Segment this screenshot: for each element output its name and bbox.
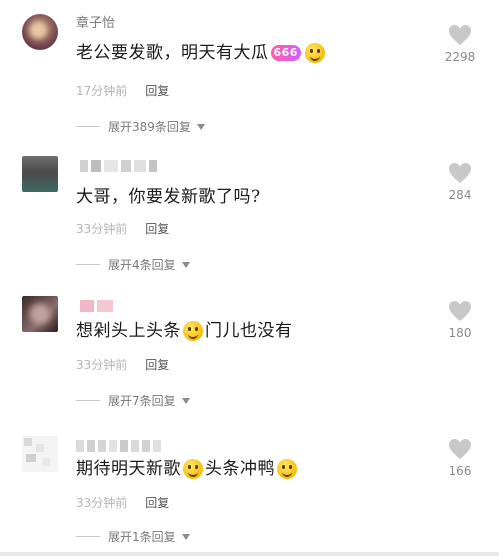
expand-replies-label: 展开389条回复 — [108, 120, 191, 134]
comment-text-part: 门儿也没有 — [205, 321, 293, 341]
avatar[interactable] — [22, 14, 58, 50]
avatar[interactable] — [22, 436, 58, 472]
like-button[interactable]: 2298 — [435, 24, 485, 64]
comment-meta: 33分钟前 回复 — [76, 220, 169, 237]
timestamp: 33分钟前 — [76, 222, 128, 236]
timestamp: 33分钟前 — [76, 358, 128, 372]
like-button[interactable]: 166 — [435, 438, 485, 478]
expand-replies-button[interactable]: 展开1条回复 — [76, 528, 190, 545]
expand-replies-button[interactable]: 展开4条回复 — [76, 256, 190, 273]
divider-dash — [76, 126, 100, 127]
heart-icon — [449, 25, 471, 45]
reply-button[interactable]: 回复 — [145, 494, 169, 511]
comment-text: 想剁头上头条 门儿也没有 — [76, 320, 293, 342]
avatar[interactable] — [22, 156, 58, 192]
divider-dash — [76, 400, 100, 401]
caret-down-icon — [181, 397, 190, 404]
badge-666: 666 — [270, 45, 301, 61]
expand-replies-label: 展开4条回复 — [108, 258, 176, 272]
divider-dash — [76, 264, 100, 265]
comment-text: 老公要发歌，明天有大瓜 666 — [76, 42, 327, 64]
comment-text: 大哥，你要发新歌了吗? — [76, 186, 261, 208]
reply-button[interactable]: 回复 — [145, 220, 169, 237]
like-button[interactable]: 284 — [435, 162, 485, 202]
comment-text-part: 老公要发歌，明天有大瓜 — [76, 43, 269, 63]
like-count: 2298 — [444, 50, 476, 64]
username-masked[interactable] — [76, 438, 161, 454]
comment-text-part: 头条冲鸭 — [205, 459, 275, 479]
divider-dash — [76, 536, 100, 537]
comment-text: 期待明天新歌 头条冲鸭 — [76, 458, 299, 480]
caret-down-icon — [181, 261, 190, 268]
comment-text-part: 大哥，你要发新歌了吗? — [76, 187, 261, 207]
like-count: 180 — [448, 326, 472, 340]
clapping-emoji-icon — [183, 321, 203, 341]
smirk-emoji-icon — [277, 459, 297, 479]
expand-replies-label: 展开7条回复 — [108, 394, 176, 408]
comment-meta: 33分钟前 回复 — [76, 494, 169, 511]
comment-meta: 17分钟前 回复 — [76, 82, 169, 99]
reply-button[interactable]: 回复 — [145, 356, 169, 373]
caret-down-icon — [196, 123, 205, 130]
avatar[interactable] — [22, 296, 58, 332]
comment-meta: 33分钟前 回复 — [76, 356, 169, 373]
wink-emoji-icon — [304, 43, 325, 63]
expand-replies-label: 展开1条回复 — [108, 530, 176, 544]
heart-icon — [449, 439, 471, 459]
like-count: 284 — [448, 188, 472, 202]
username-masked[interactable] — [80, 298, 113, 314]
expand-replies-button[interactable]: 展开7条回复 — [76, 392, 190, 409]
grin-emoji-icon — [183, 459, 203, 479]
comment-text-part: 期待明天新歌 — [76, 459, 181, 479]
like-button[interactable]: 180 — [435, 300, 485, 340]
comment-text-part: 想剁头上头条 — [76, 321, 181, 341]
timestamp: 33分钟前 — [76, 496, 128, 510]
heart-icon — [449, 163, 471, 183]
reply-button[interactable]: 回复 — [145, 82, 169, 99]
timestamp: 17分钟前 — [76, 84, 128, 98]
expand-replies-button[interactable]: 展开389条回复 — [76, 118, 205, 135]
username-masked[interactable] — [80, 158, 157, 174]
bottom-divider — [0, 552, 499, 556]
username[interactable]: 章子怡 — [76, 16, 115, 32]
like-count: 166 — [448, 464, 472, 478]
heart-icon — [449, 301, 471, 321]
caret-down-icon — [181, 533, 190, 540]
